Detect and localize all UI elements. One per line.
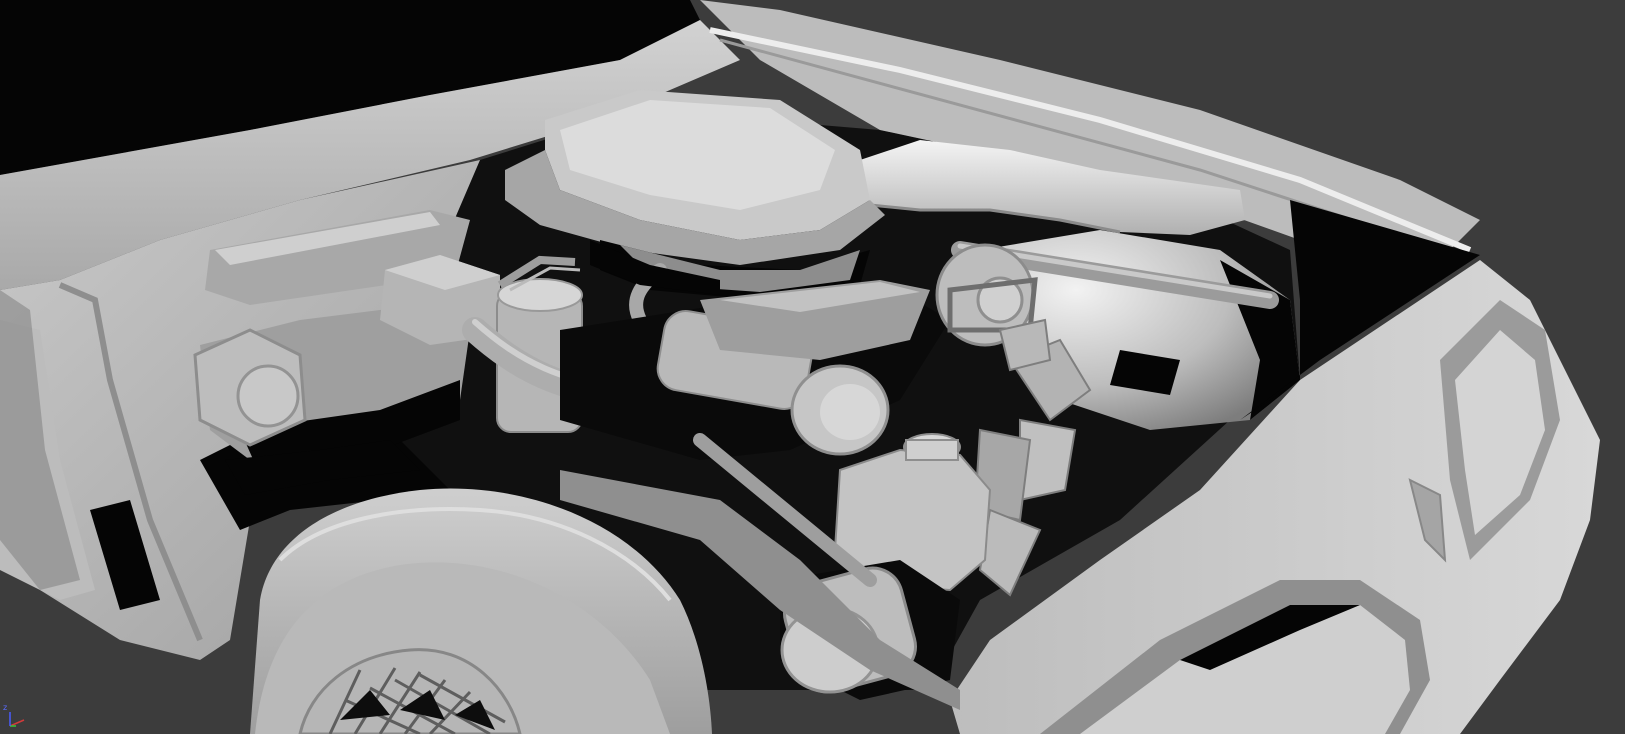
z-axis-label: z xyxy=(3,703,7,712)
axis-gizmo: z xyxy=(3,703,25,727)
engine-bay-render[interactable] xyxy=(0,0,1625,734)
reservoir-cylinder-cap xyxy=(497,278,583,312)
alternator-face-inner xyxy=(820,384,880,440)
hex-boss-cap xyxy=(236,364,300,428)
fan-blade xyxy=(998,318,1052,372)
x-axis-line xyxy=(9,719,25,727)
coolant-bottle-neck xyxy=(905,439,959,461)
3d-viewport[interactable]: z xyxy=(0,0,1625,734)
